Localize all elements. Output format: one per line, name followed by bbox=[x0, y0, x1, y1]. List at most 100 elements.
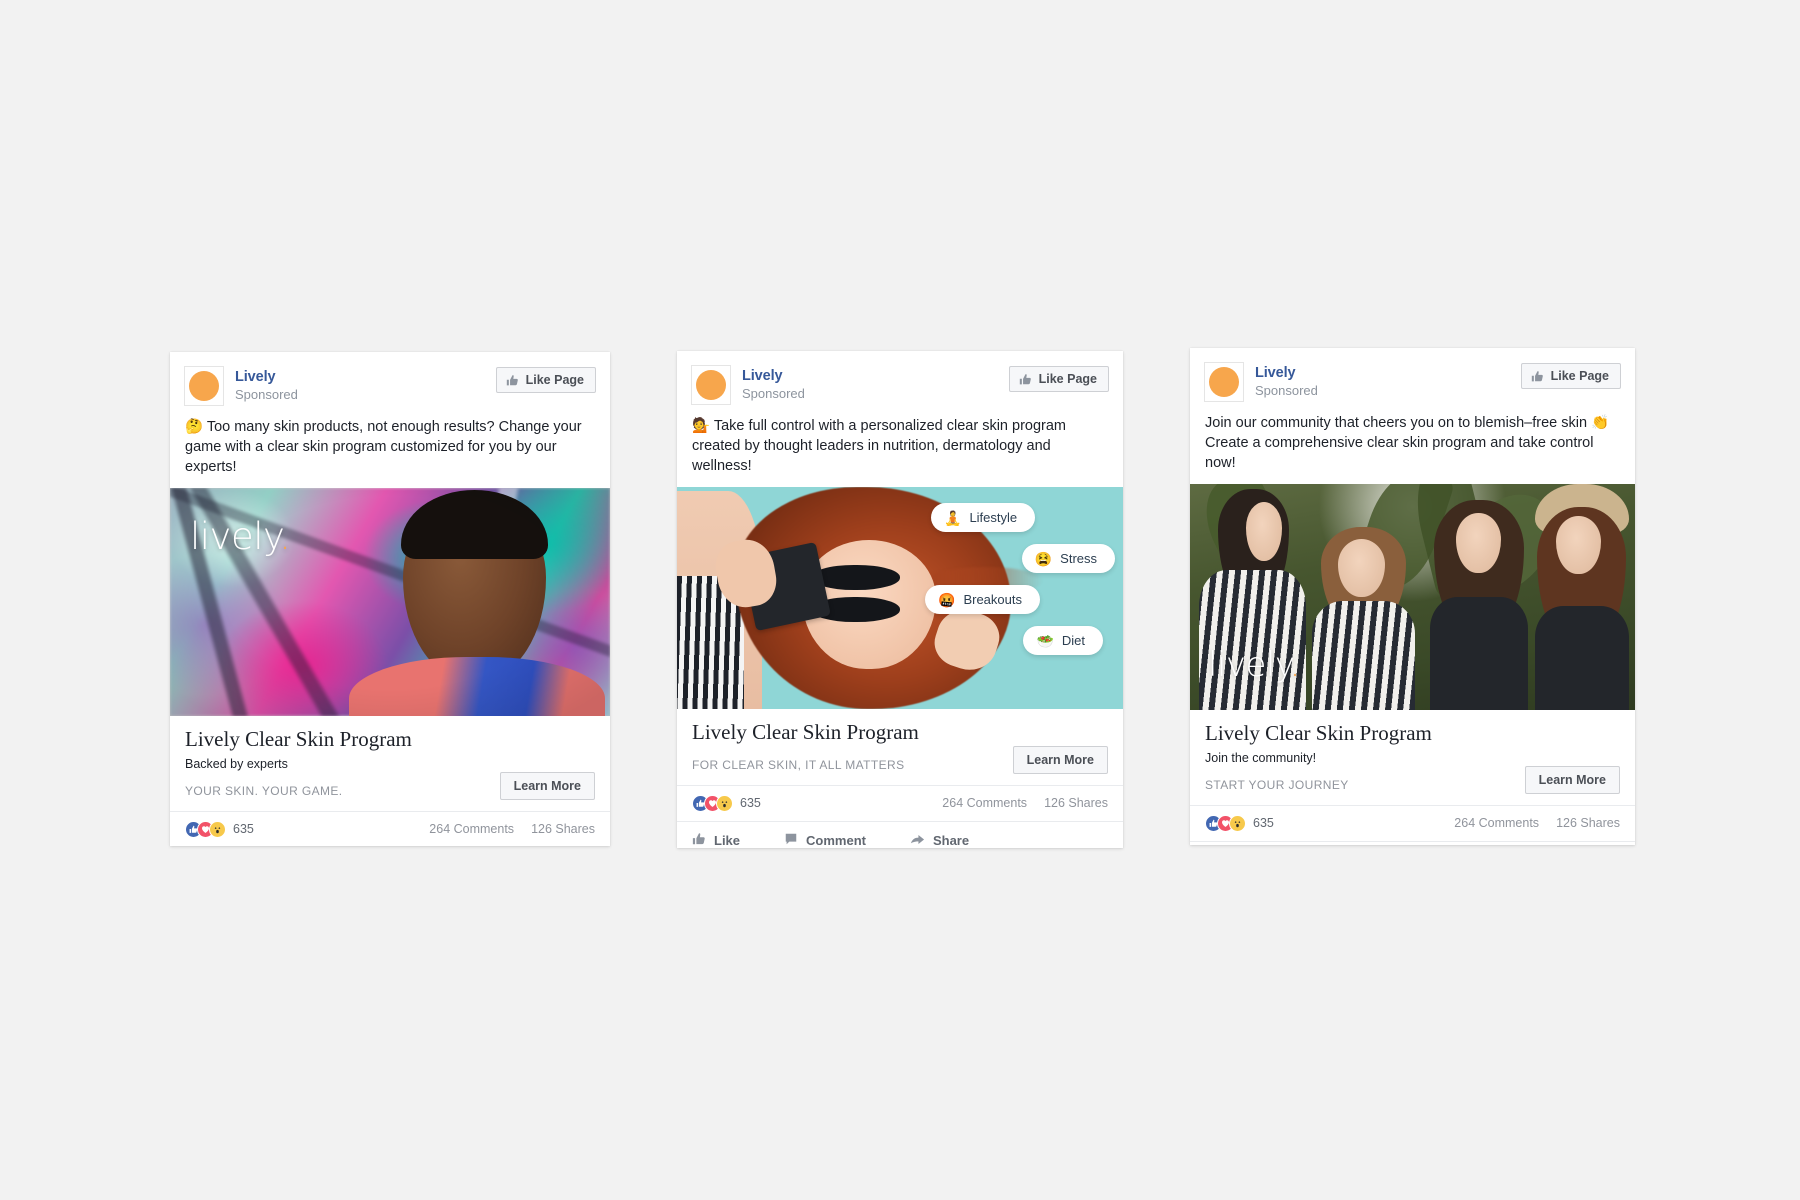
learn-more-button[interactable]: Learn More bbox=[499, 771, 595, 800]
link-subtitle: Backed by experts bbox=[185, 756, 288, 771]
shares-count[interactable]: 126 Shares bbox=[1044, 796, 1108, 810]
link-attachment[interactable]: Lively Clear Skin Program Backed by expe… bbox=[170, 716, 610, 812]
engagement-counters: 635 264 Comments 126 Shares bbox=[1190, 806, 1635, 842]
thumbs-up-icon bbox=[506, 374, 519, 387]
share-action-button[interactable]: Share bbox=[910, 832, 969, 848]
person-shirt bbox=[1430, 597, 1529, 710]
lively-logo-text: lively bbox=[1208, 645, 1290, 685]
lifestyle-emoji-icon: 🧘 bbox=[944, 509, 962, 526]
reaction-icons[interactable]: 635 bbox=[1205, 814, 1274, 832]
post-media-image[interactable]: lively. bbox=[170, 488, 610, 716]
page-identity: Lively Sponsored bbox=[235, 369, 496, 403]
reaction-count: 635 bbox=[233, 822, 254, 837]
share-arrow-icon bbox=[910, 832, 925, 848]
link-title: Lively Clear Skin Program bbox=[185, 727, 412, 751]
avatar[interactable] bbox=[184, 366, 224, 406]
reaction-count: 635 bbox=[1253, 816, 1274, 831]
topic-pill-label: Stress bbox=[1060, 551, 1097, 566]
comments-count[interactable]: 264 Comments bbox=[429, 822, 514, 836]
share-action-label: Share bbox=[932, 832, 970, 848]
link-subtitle: Join the community! bbox=[1205, 750, 1317, 765]
person-photo-subject bbox=[1426, 493, 1533, 710]
topic-pill-label: Breakouts bbox=[963, 592, 1022, 607]
comment-bubble-icon bbox=[784, 832, 798, 848]
person-photo-subject bbox=[1310, 516, 1417, 710]
topic-pill-label: Lifestyle bbox=[969, 510, 1018, 525]
pill-row: 😫 Stress bbox=[925, 544, 1115, 585]
like-action-label: Like bbox=[714, 832, 741, 848]
person-shirt bbox=[1312, 601, 1415, 710]
pill-row: 🧘 Lifestyle bbox=[925, 503, 1115, 544]
comments-count[interactable]: 264 Comments bbox=[942, 796, 1027, 810]
person-shirt bbox=[1534, 606, 1629, 710]
topic-pill-diet[interactable]: 🥗 Diet bbox=[1023, 626, 1103, 655]
lively-logo-text: lively bbox=[190, 515, 280, 558]
reaction-icons[interactable]: 635 bbox=[185, 820, 254, 838]
reaction-wow-icon bbox=[209, 820, 226, 838]
lively-logo: lively. bbox=[1208, 648, 1300, 682]
stress-emoji-icon: 😫 bbox=[1034, 550, 1053, 567]
page-background: Lively Sponsored Like Page 🤔 Too many sk… bbox=[0, 0, 1800, 1200]
page-identity: Lively Sponsored bbox=[742, 368, 1009, 402]
action-bar: Like Comment Share bbox=[1190, 842, 1635, 845]
topic-pill-breakouts[interactable]: 🤬 Breakouts bbox=[925, 585, 1040, 614]
sponsored-label: Sponsored bbox=[1255, 382, 1318, 398]
shares-count[interactable]: 126 Shares bbox=[531, 822, 595, 836]
page-name[interactable]: Lively bbox=[1255, 365, 1521, 382]
action-bar: Like Comment Share bbox=[677, 822, 1123, 848]
reaction-icons[interactable]: 635 bbox=[692, 794, 761, 812]
shares-count[interactable]: 126 Shares bbox=[1556, 816, 1620, 830]
like-page-label: Like Page bbox=[1038, 372, 1097, 386]
thumbs-up-icon bbox=[692, 832, 706, 848]
post-media-image[interactable]: lively. bbox=[1190, 484, 1635, 710]
like-page-button[interactable]: Like Page bbox=[1520, 363, 1621, 389]
thumbs-up-icon bbox=[1019, 373, 1032, 386]
learn-more-button[interactable]: Learn More bbox=[1012, 745, 1108, 774]
avatar[interactable] bbox=[1204, 362, 1244, 402]
like-action-button[interactable]: Like bbox=[692, 832, 740, 848]
learn-more-button[interactable]: Learn More bbox=[1524, 765, 1620, 794]
topic-pill-label: Diet bbox=[1061, 633, 1085, 648]
post-media-image[interactable]: 🧘 Lifestyle 😫 Stress 🤬 Breakouts 🥗 Diet bbox=[677, 487, 1123, 709]
like-page-button[interactable]: Like Page bbox=[495, 367, 596, 393]
lively-logo: lively. bbox=[190, 515, 291, 558]
facebook-ad-card-2: Lively Sponsored Like Page 💁 Take full c… bbox=[677, 351, 1123, 848]
thumbs-up-icon bbox=[1531, 370, 1544, 383]
comments-count[interactable]: 264 Comments bbox=[1454, 816, 1539, 830]
person-face bbox=[1455, 512, 1501, 574]
like-page-button[interactable]: Like Page bbox=[1008, 366, 1109, 392]
comment-action-button[interactable]: Comment bbox=[784, 832, 866, 848]
avatar-circle-icon bbox=[696, 370, 726, 400]
link-title: Lively Clear Skin Program bbox=[692, 720, 919, 744]
topic-pill-lifestyle[interactable]: 🧘 Lifestyle bbox=[931, 503, 1036, 532]
reaction-count: 635 bbox=[740, 796, 761, 811]
page-name[interactable]: Lively bbox=[235, 369, 496, 386]
diet-emoji-icon: 🥗 bbox=[1036, 632, 1054, 649]
link-title: Lively Clear Skin Program bbox=[1205, 721, 1432, 745]
counts-right: 264 Comments 126 Shares bbox=[429, 822, 595, 836]
comment-action-label: Comment bbox=[806, 832, 866, 848]
post-body-text: 🤔 Too many skin products, not enough res… bbox=[185, 419, 582, 475]
sponsored-label: Sponsored bbox=[235, 386, 298, 402]
page-name[interactable]: Lively bbox=[742, 368, 1009, 385]
reaction-wow-icon bbox=[716, 794, 733, 812]
facebook-ad-card-3: Lively Sponsored Like Page Join our comm… bbox=[1190, 348, 1635, 845]
link-attachment[interactable]: Lively Clear Skin Program Join the commu… bbox=[1190, 710, 1635, 806]
pill-row: 🥗 Diet bbox=[925, 626, 1115, 667]
avatar-circle-icon bbox=[1209, 367, 1239, 397]
avatar[interactable] bbox=[691, 365, 731, 405]
avatar-circle-icon bbox=[189, 371, 219, 401]
facebook-ad-card-1: Lively Sponsored Like Page 🤔 Too many sk… bbox=[170, 352, 610, 846]
reaction-wow-icon bbox=[1229, 814, 1246, 832]
engagement-counters: 635 264 Comments 126 Shares bbox=[677, 786, 1123, 822]
link-attachment[interactable]: Lively Clear Skin Program FOR CLEAR SKIN… bbox=[677, 709, 1123, 786]
lively-logo-dot: . bbox=[1289, 645, 1301, 685]
like-page-label: Like Page bbox=[525, 373, 584, 387]
engagement-counters: 635 264 Comments 126 Shares bbox=[170, 812, 610, 846]
post-body-text: Join our community that cheers you on to… bbox=[1205, 415, 1610, 471]
topic-pill-stress[interactable]: 😫 Stress bbox=[1021, 544, 1115, 573]
card-header: Lively Sponsored Like Page bbox=[1190, 348, 1635, 402]
pill-row: 🤬 Breakouts bbox=[925, 585, 1115, 626]
person-shirt bbox=[1198, 569, 1306, 710]
counts-right: 264 Comments 126 Shares bbox=[942, 796, 1108, 810]
